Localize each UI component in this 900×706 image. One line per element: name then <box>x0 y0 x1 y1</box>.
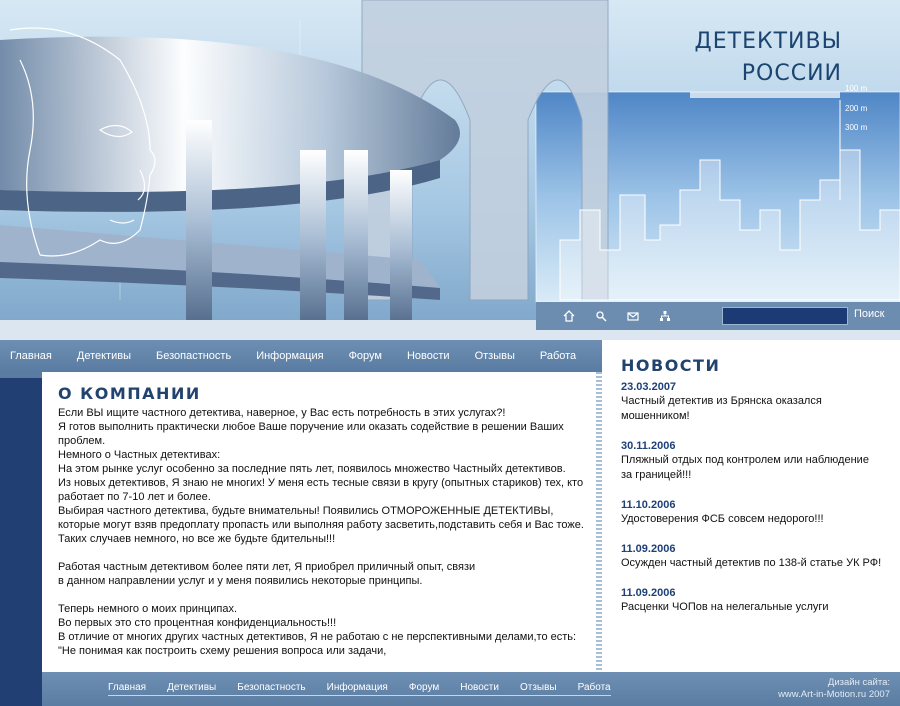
news-date: 11.09.2006 <box>621 543 676 555</box>
site-logo[interactable]: ДЕТЕКТИВЫ РОССИИ <box>695 26 842 90</box>
news-item[interactable]: 11.09.2006 Осужден частный детектив по 1… <box>621 542 893 571</box>
footer-link-reviews[interactable]: Отзывы <box>520 682 557 693</box>
left-decor-band <box>0 372 42 672</box>
design-credit[interactable]: Дизайн сайта: www.Art-in-Motion.ru 2007 <box>778 677 890 701</box>
about-section: О КОМПАНИИ Если ВЫ ищите частного детект… <box>42 372 602 672</box>
page-title: О КОМПАНИИ <box>58 384 201 403</box>
paragraph: Работая частным детективом более пяти ле… <box>58 561 476 573</box>
nav-item-jobs[interactable]: Работа <box>540 350 576 362</box>
news-link[interactable]: Удостоверения ФСБ совсем недорого!!! <box>621 512 893 527</box>
footer-link-detectives[interactable]: Детективы <box>167 682 216 693</box>
news-date: 30.11.2006 <box>621 440 676 452</box>
paragraph: На этом рынке услуг особенно за последни… <box>58 463 566 475</box>
paragraph: Таких случаев немного, но все же будьте … <box>58 533 336 545</box>
sitemap-icon[interactable] <box>658 309 672 323</box>
paragraph: "Не понимая как построить схему решения … <box>58 645 387 657</box>
scale-mark: 300 m <box>845 123 868 132</box>
footer: Главная Детективы Безопастность Информац… <box>0 672 900 706</box>
nav-item-home[interactable]: Главная <box>10 350 52 362</box>
news-date: 23.03.2007 <box>621 381 677 393</box>
paragraph: Во первых это сто процентная конфиденциа… <box>58 617 337 629</box>
news-link[interactable]: Осужден частный детектив по 138-й статье… <box>621 556 893 571</box>
footer-link-information[interactable]: Информация <box>327 682 388 693</box>
paragraph: Немного о Частных детективах: <box>58 449 221 461</box>
nav-item-detectives[interactable]: Детективы <box>77 350 131 362</box>
mail-icon[interactable] <box>626 309 640 323</box>
news-title: НОВОСТИ <box>621 356 721 375</box>
footer-link-jobs[interactable]: Работа <box>578 682 611 693</box>
scale-mark: 100 m <box>845 84 868 93</box>
footer-link-forum[interactable]: Форум <box>409 682 439 693</box>
news-panel: НОВОСТИ 23.03.2007 Частный детектив из Б… <box>602 340 900 672</box>
news-link[interactable]: Частный детектив из Брянска оказался мош… <box>621 394 893 424</box>
news-item[interactable]: 30.11.2006 Пляжный отдых под контролем и… <box>621 439 893 483</box>
scale-mark: 200 m <box>845 104 868 113</box>
nav-item-news[interactable]: Новости <box>407 350 450 362</box>
nav-item-information[interactable]: Информация <box>256 350 323 362</box>
footer-nav: Главная Детективы Безопастность Информац… <box>108 682 611 696</box>
nav-item-reviews[interactable]: Отзывы <box>475 350 515 362</box>
paragraph-spacer <box>58 546 594 560</box>
paragraph: в данном направлении услуг и у меня появ… <box>58 575 423 587</box>
home-icon[interactable] <box>562 309 576 323</box>
news-item[interactable]: 11.09.2006 Расценки ЧОПов на нелегальные… <box>621 586 893 615</box>
header-banner: ДЕТЕКТИВЫ РОССИИ 100 m 200 m 300 m Поиск <box>0 0 900 340</box>
news-item[interactable]: 23.03.2007 Частный детектив из Брянска о… <box>621 380 893 424</box>
paragraph-spacer <box>58 588 594 602</box>
search-button[interactable]: Поиск <box>854 308 884 320</box>
news-link[interactable]: Расценки ЧОПов на нелегальные услуги <box>621 600 893 615</box>
news-list: 23.03.2007 Частный детектив из Брянска о… <box>621 380 893 630</box>
paragraph: Если ВЫ ищите частного детектива, наверн… <box>58 407 506 419</box>
footer-link-security[interactable]: Безопастность <box>237 682 305 693</box>
news-item[interactable]: 11.10.2006 Удостоверения ФСБ совсем недо… <box>621 498 893 527</box>
paragraph: Выбирая частного детектива, будьте внима… <box>58 505 584 531</box>
paragraph: Теперь немного о моих принципах. <box>58 603 238 615</box>
main-nav: Главная Детективы Безопастность Информац… <box>0 340 602 372</box>
header-toolbar: Поиск <box>536 302 900 330</box>
about-text: Если ВЫ ищите частного детектива, наверн… <box>58 406 594 658</box>
credit-link[interactable]: www.Art-in-Motion.ru 2007 <box>778 689 890 701</box>
search-input[interactable] <box>722 307 848 325</box>
news-date: 11.09.2006 <box>621 587 676 599</box>
news-date: 11.10.2006 <box>621 499 676 511</box>
paragraph: Из новых детективов, Я знаю не многих! У… <box>58 477 584 503</box>
nav-item-security[interactable]: Безопастность <box>156 350 231 362</box>
nav-item-forum[interactable]: Форум <box>349 350 382 362</box>
paragraph: Я готов выполнить практически любое Ваше… <box>58 421 564 447</box>
footer-link-news[interactable]: Новости <box>460 682 499 693</box>
credit-label: Дизайн сайта: <box>827 677 890 688</box>
paragraph: В отличие от многих других частных детек… <box>58 631 577 643</box>
news-link[interactable]: Пляжный отдых под контролем или наблюден… <box>621 453 871 483</box>
footer-decor <box>0 672 42 706</box>
footer-link-home[interactable]: Главная <box>108 682 146 693</box>
search-icon[interactable] <box>594 309 608 323</box>
brand-line-2: РОССИИ <box>741 61 842 86</box>
brand-line-1: ДЕТЕКТИВЫ <box>694 29 842 54</box>
